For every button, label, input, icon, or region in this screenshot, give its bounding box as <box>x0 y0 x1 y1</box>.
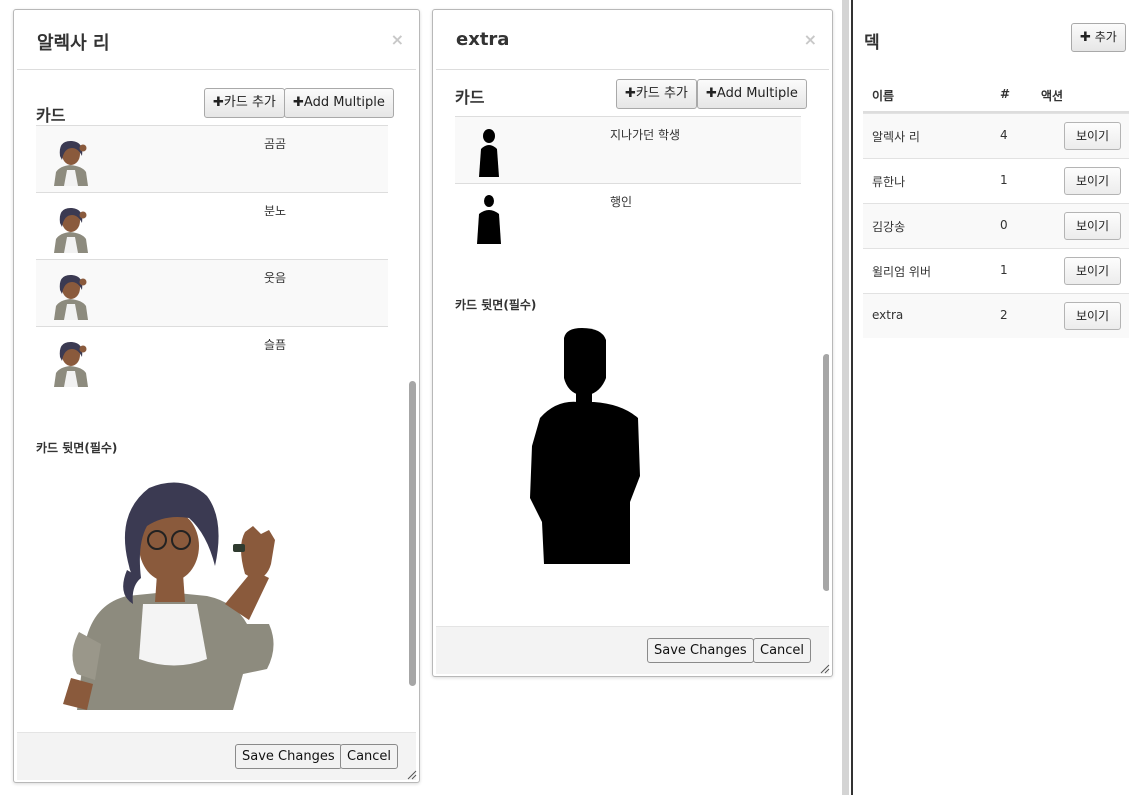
save-changes-button[interactable]: Save Changes <box>647 638 754 663</box>
show-button[interactable]: 보이기 <box>1064 302 1121 330</box>
column-header-actions: 액션 <box>1041 89 1064 103</box>
deck-count: 1 <box>1000 173 1008 187</box>
table-row: 윌리엄 위버 1 보이기 <box>863 248 1129 293</box>
resize-handle-icon[interactable] <box>407 770 417 780</box>
deck-name: 류한나 <box>872 175 906 189</box>
card-name: 지나가던 학생 <box>610 128 681 142</box>
card-row[interactable]: 곰곰 <box>36 125 388 192</box>
close-icon[interactable]: × <box>391 30 404 49</box>
column-header-name: 이름 <box>872 89 895 103</box>
card-back-label: 카드 뒷면(필수) <box>36 441 118 455</box>
deck-count: 4 <box>1000 128 1008 142</box>
deck-count: 1 <box>1000 263 1008 277</box>
show-button[interactable]: 보이기 <box>1064 257 1121 285</box>
card-row[interactable]: 슬픔 <box>36 326 388 393</box>
table-row: 류한나 1 보이기 <box>863 158 1129 203</box>
cards-heading: 카드 <box>36 106 66 125</box>
card-row[interactable]: 행인 <box>455 183 801 250</box>
cancel-button[interactable]: Cancel <box>340 744 399 769</box>
silhouette-thumbnail <box>477 195 501 244</box>
table-row: 알렉사 리 4 보이기 <box>863 113 1129 158</box>
character-thumbnail <box>54 140 88 186</box>
character-thumbnail <box>54 341 88 387</box>
resize-handle-icon[interactable] <box>820 664 830 674</box>
add-card-button[interactable]: ✚카드 추가 <box>204 88 285 118</box>
cards-heading: 카드 <box>455 88 485 107</box>
add-deck-button[interactable]: ✚ 추가 <box>1071 23 1126 52</box>
show-button[interactable]: 보이기 <box>1064 167 1121 195</box>
show-button[interactable]: 보이기 <box>1064 212 1121 240</box>
card-name: 웃음 <box>264 271 287 285</box>
dialog-header: 알렉사 리 × <box>17 10 416 70</box>
deck-title: 덱 <box>864 33 880 53</box>
deck-count: 0 <box>1000 218 1008 232</box>
deck-name: 윌리엄 위버 <box>872 265 932 279</box>
show-button[interactable]: 보이기 <box>1064 122 1121 150</box>
deck-name: extra <box>872 308 904 322</box>
panel-splitter[interactable] <box>842 0 849 795</box>
column-header-count: # <box>1000 87 1011 101</box>
scrollbar[interactable] <box>409 381 416 686</box>
character-thumbnail <box>54 207 88 253</box>
plus-icon: ✚ <box>1080 30 1091 45</box>
card-back-image <box>63 482 275 710</box>
deck-name: 김강송 <box>872 220 906 234</box>
close-icon[interactable]: × <box>804 30 817 49</box>
add-multiple-button[interactable]: ✚Add Multiple <box>284 88 394 118</box>
dialog-footer: Save Changes Cancel <box>17 732 416 780</box>
dialog-body: 카드 ✚카드 추가 ✚Add Multiple 지나가던 학생 행인 카드 뒷면… <box>436 71 829 626</box>
deck-panel: 덱 ✚ 추가 이름 # 액션 알렉사 리 4 보이기 류한나 1 보이기 김강송… <box>853 0 1139 795</box>
deck-name: 알렉사 리 <box>872 130 920 144</box>
card-row[interactable]: 지나가던 학생 <box>455 116 801 183</box>
card-name: 분노 <box>264 204 287 218</box>
dialog-title: extra <box>456 29 510 50</box>
card-name: 곰곰 <box>264 137 287 151</box>
plus-icon: ✚ <box>293 95 304 110</box>
card-dialog-extra: extra × 카드 ✚카드 추가 ✚Add Multiple 지나가던 학생 … <box>432 9 833 677</box>
scrollbar[interactable] <box>823 354 829 591</box>
card-name: 행인 <box>610 195 633 209</box>
add-card-button[interactable]: ✚카드 추가 <box>616 79 697 109</box>
card-back-label: 카드 뒷면(필수) <box>455 298 537 312</box>
card-row[interactable]: 분노 <box>36 192 388 259</box>
plus-icon: ✚ <box>213 95 224 110</box>
character-thumbnail <box>54 274 88 320</box>
card-name: 슬픔 <box>264 338 287 352</box>
cancel-button[interactable]: Cancel <box>753 638 812 663</box>
silhouette-thumbnail <box>479 129 499 177</box>
plus-icon: ✚ <box>625 86 636 101</box>
card-dialog-alexa: 알렉사 리 × 카드 ✚카드 추가 ✚Add Multiple 곰곰 분노 웃음… <box>13 9 420 783</box>
dialog-body: 카드 ✚카드 추가 ✚Add Multiple 곰곰 분노 웃음 슬픔 카드 뒷… <box>17 71 416 735</box>
save-changes-button[interactable]: Save Changes <box>235 744 342 769</box>
card-back-silhouette <box>530 328 640 564</box>
dialog-footer: Save Changes Cancel <box>436 626 829 674</box>
deck-count: 2 <box>1000 308 1008 322</box>
card-row[interactable]: 웃음 <box>36 259 388 326</box>
dialog-title: 알렉사 리 <box>37 33 110 54</box>
table-row: extra 2 보이기 <box>863 293 1129 338</box>
plus-icon: ✚ <box>706 86 717 101</box>
table-row: 김강송 0 보이기 <box>863 203 1129 248</box>
add-multiple-button[interactable]: ✚Add Multiple <box>697 79 807 109</box>
dialog-header: extra × <box>436 10 829 70</box>
